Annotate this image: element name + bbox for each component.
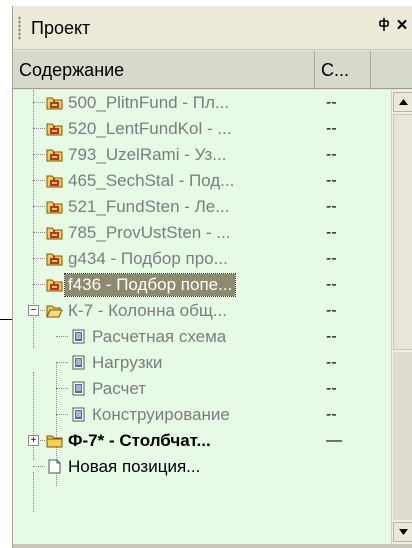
tree-item-value: -- <box>326 380 337 397</box>
tree-item[interactable]: 500_PlitnFund - Пл... -- <box>13 90 391 116</box>
new-page-icon <box>46 459 63 474</box>
document-icon <box>70 355 87 370</box>
expand-icon[interactable]: + <box>28 435 39 446</box>
scroll-track[interactable] <box>393 352 412 520</box>
tree-item-label: Расчет <box>92 379 147 398</box>
tree-item-label: К-7 - Колонна общ... <box>68 301 227 320</box>
tree-item-selected[interactable]: f436 - Подбор попе... -- <box>13 272 391 298</box>
tree-item-new[interactable]: Новая позиция... <box>13 454 391 480</box>
tree-item-value: -- <box>326 224 337 241</box>
arrow-up-icon <box>399 99 408 105</box>
tree-item-document[interactable]: Расчетная схема -- <box>13 324 391 350</box>
project-panel: Проект × Содержание С... 500_PlitnFund -… <box>12 6 412 548</box>
panel-bottom-edge <box>13 544 412 548</box>
tree-item[interactable]: 465_SechStal - Под... -- <box>13 168 391 194</box>
arrow-down-icon <box>399 529 408 535</box>
tree-item-value: -- <box>326 94 337 111</box>
scroll-up-button[interactable] <box>393 92 412 112</box>
column-header-content[interactable]: Содержание <box>13 51 315 89</box>
tree-item-value: -- <box>326 146 337 163</box>
scroll-thumb[interactable] <box>393 114 412 350</box>
tree-item-label: Конструирование <box>92 405 230 424</box>
tree-item-label: g434 - Подбор про... <box>68 249 228 268</box>
tree-item-value: -- <box>326 120 337 137</box>
tree-item-label: f436 - Подбор попе... <box>63 273 237 297</box>
tree-item[interactable]: 520_LentFundKol - ... -- <box>13 116 391 142</box>
tree-item-label: Новая позиция... <box>68 457 201 476</box>
panel-titlebar: Проект × <box>13 6 412 50</box>
folder-marked-icon <box>46 251 63 266</box>
pin-icon[interactable] <box>376 17 392 37</box>
vertical-scrollbar[interactable] <box>391 90 412 544</box>
tree-item-folder[interactable]: + Ф-7* - Столбчат... — <box>13 428 391 454</box>
tree-item-label: 785_ProvUstSten - ... <box>68 223 231 242</box>
column-header: Содержание С... <box>13 51 412 89</box>
scroll-down-button[interactable] <box>393 522 412 542</box>
tree-item[interactable]: g434 - Подбор про... -- <box>13 246 391 272</box>
tree-item-folder[interactable]: − К-7 - Колонна общ... -- <box>13 298 391 324</box>
tree-item-document[interactable]: Расчет -- <box>13 376 391 402</box>
close-icon[interactable]: × <box>393 15 411 37</box>
tree-item-document[interactable]: Нагрузки -- <box>13 350 391 376</box>
folder-marked-icon <box>46 121 63 136</box>
tree-item-value: -- <box>326 172 337 189</box>
tree-item-label: 520_LentFundKol - ... <box>68 119 232 138</box>
tree-item-label: 500_PlitnFund - Пл... <box>68 93 230 112</box>
tree-item[interactable]: 785_ProvUstSten - ... -- <box>13 220 391 246</box>
folder-open-icon <box>46 303 63 318</box>
tree-item-value: -- <box>326 198 337 215</box>
document-icon <box>70 407 87 422</box>
tree-item-value: -- <box>326 250 337 267</box>
tree-item-value: -- <box>326 276 337 293</box>
document-icon <box>70 329 87 344</box>
folder-marked-icon <box>46 277 63 292</box>
tree-item-document[interactable]: Конструирование -- <box>13 402 391 428</box>
tree-item-label: 793_UzelRami - Уз... <box>68 145 227 164</box>
project-tree[interactable]: 500_PlitnFund - Пл... -- 520_LentFundKol… <box>13 90 391 544</box>
folder-marked-icon <box>46 225 63 240</box>
tree-item-value: -- <box>326 354 337 371</box>
folder-marked-icon <box>46 173 63 188</box>
collapse-icon[interactable]: − <box>28 305 39 316</box>
tree-item[interactable]: 793_UzelRami - Уз... -- <box>13 142 391 168</box>
folder-closed-icon <box>46 433 63 448</box>
folder-marked-icon <box>46 199 63 214</box>
folder-marked-icon <box>46 147 63 162</box>
document-icon <box>70 381 87 396</box>
column-header-second[interactable]: С... <box>315 51 371 89</box>
panel-title: Проект <box>31 18 91 38</box>
drag-grip[interactable] <box>18 16 21 40</box>
tree-item-value: — <box>326 432 342 449</box>
tree-item-value: -- <box>326 406 337 423</box>
tree-item-label: Нагрузки <box>92 353 163 372</box>
tree-item-label: Расчетная схема <box>92 327 227 346</box>
tree-item-value: -- <box>326 328 337 345</box>
folder-marked-icon <box>46 95 63 110</box>
tree-item[interactable]: 521_FundSten - Ле... -- <box>13 194 391 220</box>
tree-item-label: 465_SechStal - Под... <box>68 171 235 190</box>
tree-item-label: Ф-7* - Столбчат... <box>68 431 211 450</box>
tree-item-label: 521_FundSten - Ле... <box>68 197 230 216</box>
tree-item-value: -- <box>326 302 337 319</box>
